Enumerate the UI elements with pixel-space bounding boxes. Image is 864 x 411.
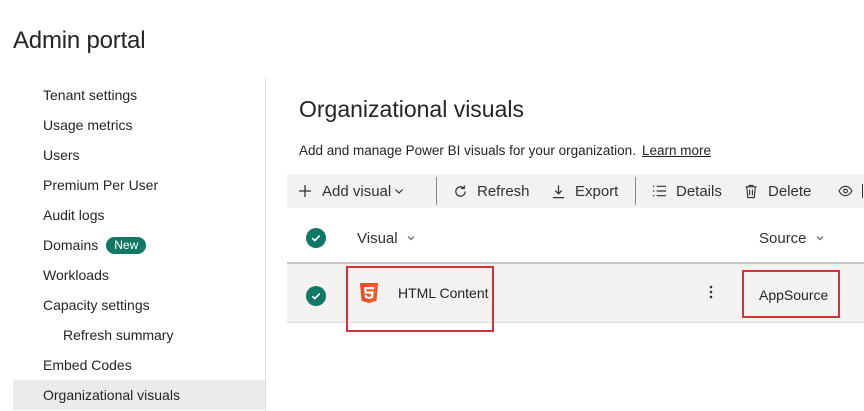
details-button[interactable]: Details (651, 174, 722, 208)
description-text: Add and manage Power BI visuals for your… (299, 143, 636, 158)
app-title: Admin portal (13, 27, 146, 54)
row-checkbox[interactable] (306, 286, 326, 306)
sidebar-item-label: Usage metrics (43, 117, 133, 133)
delete-button[interactable]: Delete (743, 174, 811, 208)
eye-icon (837, 183, 853, 199)
sidebar-item-domains[interactable]: Domains New (13, 230, 266, 260)
sidebar-item-organizational-visuals[interactable]: Organizational visuals (13, 380, 266, 410)
column-header-label: Visual (357, 229, 398, 247)
refresh-label: Refresh (477, 182, 530, 200)
more-options-icon[interactable] (707, 284, 715, 300)
sidebar-item-label: Refresh summary (63, 327, 174, 343)
delete-label: Delete (768, 182, 812, 200)
column-header-label: Source (759, 229, 807, 247)
refresh-button[interactable]: Refresh (452, 174, 530, 208)
sidebar-item-users[interactable]: Users (13, 140, 266, 170)
toolbar-overflow-edge (862, 184, 863, 198)
trash-icon (743, 183, 759, 199)
plus-icon (297, 183, 313, 199)
table-header: Visual Source (287, 214, 864, 262)
refresh-icon (452, 183, 468, 199)
sidebar-item-capacity-settings[interactable]: Capacity settings (13, 290, 266, 320)
list-icon (651, 183, 667, 199)
chevron-down-icon (406, 233, 416, 243)
sidebar-item-embed-codes[interactable]: Embed Codes (13, 350, 266, 380)
export-label: Export (575, 182, 619, 200)
sidebar-item-premium-per-user[interactable]: Premium Per User (13, 170, 266, 200)
sidebar-item-label: Audit logs (43, 207, 105, 223)
sidebar-item-usage-metrics[interactable]: Usage metrics (13, 110, 266, 140)
command-bar: Add visual Refresh Export Details Delete (287, 174, 864, 208)
sidebar-item-label: Users (43, 147, 80, 163)
column-header-source[interactable]: Source (759, 214, 825, 262)
view-button[interactable] (837, 174, 863, 208)
column-header-visual[interactable]: Visual (357, 214, 416, 262)
sidebar-item-refresh-summary[interactable]: Refresh summary (13, 320, 266, 350)
sidebar-divider (265, 78, 266, 411)
toolbar-separator (436, 177, 437, 205)
sidebar-item-label: Tenant settings (43, 87, 138, 103)
sidebar-item-label: Capacity settings (43, 297, 150, 313)
sidebar-item-label: Organizational visuals (43, 387, 180, 403)
new-badge: New (106, 236, 147, 254)
details-label: Details (676, 182, 722, 200)
chevron-down-icon (815, 233, 825, 243)
sidebar-item-label: Workloads (43, 267, 109, 283)
add-visual-button[interactable]: Add visual (297, 174, 404, 208)
highlight-visual-cell (346, 266, 494, 332)
highlight-source-cell (742, 270, 840, 318)
sidebar-nav: Tenant settings Usage metrics Users Prem… (13, 80, 266, 411)
sidebar-item-tenant-settings[interactable]: Tenant settings (13, 80, 266, 110)
check-icon (311, 235, 321, 242)
page-title: Organizational visuals (299, 96, 525, 122)
download-icon (550, 183, 566, 199)
page-description: Add and manage Power BI visuals for your… (299, 143, 711, 158)
add-visual-label: Add visual (322, 182, 392, 200)
learn-more-link[interactable]: Learn more (642, 143, 711, 158)
chevron-down-icon (394, 186, 404, 196)
sidebar-item-label: Premium Per User (43, 177, 159, 193)
sidebar-item-workloads[interactable]: Workloads (13, 260, 266, 290)
sidebar-item-label: Domains (43, 237, 99, 253)
export-button[interactable]: Export (550, 174, 618, 208)
check-icon (311, 293, 321, 300)
sidebar-item-label: Embed Codes (43, 357, 132, 373)
sidebar-item-audit-logs[interactable]: Audit logs (13, 200, 266, 230)
toolbar-separator (635, 177, 636, 205)
select-all-checkbox[interactable] (306, 228, 326, 248)
